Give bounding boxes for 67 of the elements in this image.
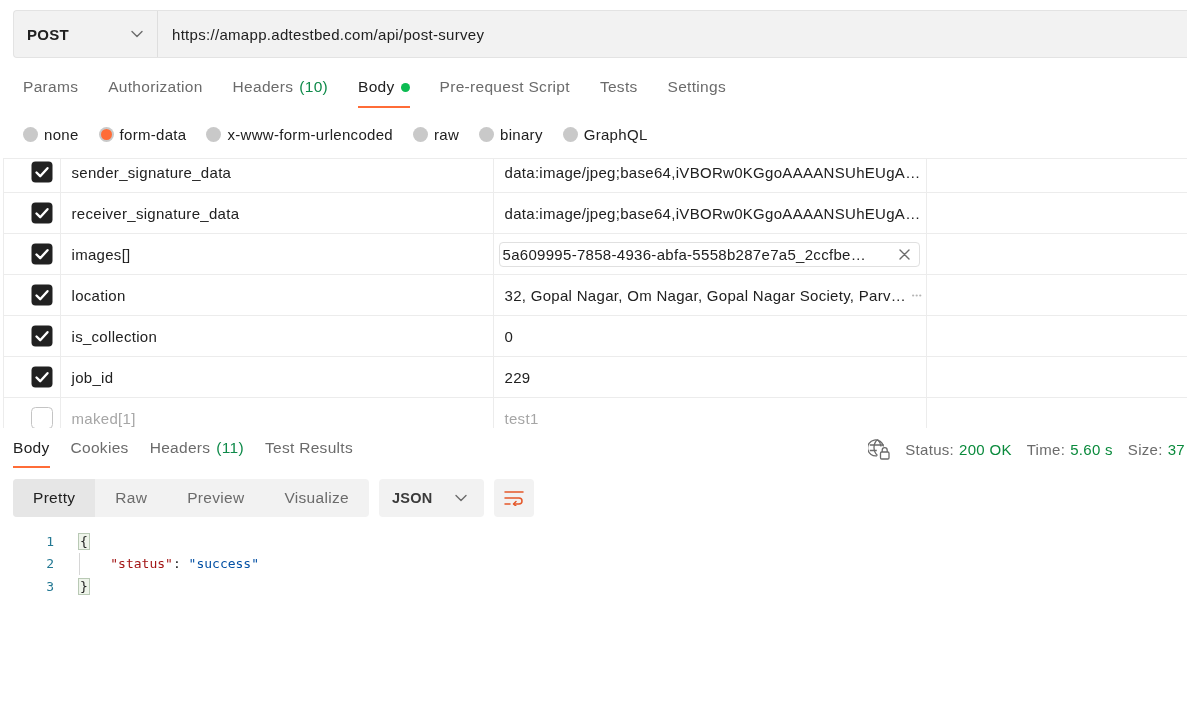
field-key[interactable]: images[] <box>71 245 131 263</box>
tab[interactable]: Body <box>13 430 50 468</box>
tab[interactable]: Authorization <box>108 68 203 108</box>
wrap-button[interactable] <box>493 479 534 517</box>
field-key[interactable]: location <box>71 286 126 304</box>
field-value[interactable]: 0 <box>504 327 514 345</box>
file-chip[interactable]: 5a609995-7858-4936-abfa-5558b287e7a5_2ccfbe… <box>498 241 920 267</box>
globe-lock-icon[interactable] <box>868 438 891 460</box>
radio-label[interactable]: form-data <box>119 125 187 143</box>
code-line: "status": "success" <box>79 552 260 575</box>
meta-label: Time: <box>1026 440 1066 458</box>
field-key[interactable]: is_collection <box>71 327 158 345</box>
view-mode-tab[interactable]: Raw <box>95 479 168 517</box>
more-icon[interactable] <box>912 293 922 297</box>
radio-button[interactable] <box>98 126 114 142</box>
radio-label[interactable]: x-www-form-urlencoded <box>227 125 393 143</box>
field-value[interactable]: 32, Gopal Nagar, Om Nagar, Gopal Nagar Society, Parv… <box>504 286 907 304</box>
radio-label[interactable]: binary <box>500 125 543 143</box>
meta-value: 37 <box>1167 440 1185 458</box>
line-number: 2 <box>45 556 54 572</box>
tab[interactable]: Settings <box>667 68 726 108</box>
tab[interactable]: Cookies <box>70 430 129 468</box>
view-mode-tab[interactable]: Pretty <box>13 479 96 517</box>
field-value[interactable]: data:image/jpeg;base64,iVBORw0KGgoAAAANSUhEUgA… <box>504 163 921 181</box>
tab[interactable]: Headers (11) <box>149 430 244 468</box>
tab[interactable]: Params <box>23 68 79 108</box>
radio-button[interactable] <box>479 126 495 142</box>
format-dropdown[interactable]: JSON <box>378 479 484 517</box>
meta-label: Size: <box>1127 440 1163 458</box>
radio-button[interactable] <box>23 126 38 142</box>
radio-button[interactable] <box>413 126 428 142</box>
radio-label[interactable]: raw <box>434 125 460 143</box>
field-value[interactable]: 229 <box>504 368 531 386</box>
method-dropdown[interactable]: POST <box>14 11 158 57</box>
field-key[interactable]: job_id <box>71 368 114 386</box>
field-key[interactable]: sender_signature_data <box>71 163 232 181</box>
tab[interactable]: Pre-request Script <box>439 68 570 108</box>
checkbox[interactable] <box>31 161 53 183</box>
meta-label: Status: <box>905 440 955 458</box>
checkbox[interactable] <box>31 284 53 306</box>
meta-value: 5.60 s <box>1070 440 1113 458</box>
chevron-down-icon <box>454 494 467 502</box>
meta-value: 200 OK <box>959 440 1012 458</box>
wrap-lines-icon <box>503 490 524 506</box>
field-key[interactable]: receiver_signature_data <box>71 204 240 222</box>
checkbox[interactable] <box>31 407 53 428</box>
radio-button[interactable] <box>562 126 578 142</box>
line-number: 3 <box>45 578 54 594</box>
view-mode-tab[interactable]: Visualize <box>264 479 369 517</box>
view-mode-tab[interactable]: Preview <box>167 479 265 517</box>
radio-label[interactable]: GraphQL <box>583 125 648 143</box>
line-number: 1 <box>45 533 54 549</box>
checkbox[interactable] <box>31 325 53 347</box>
tab[interactable]: Headers (10) <box>232 68 329 108</box>
tab[interactable]: Body <box>358 68 410 108</box>
tab[interactable]: Test Results <box>264 430 353 468</box>
tab[interactable]: Tests <box>599 68 638 108</box>
url-field[interactable]: https://amapp.adtestbed.com/api/post-survey <box>158 11 1187 57</box>
field-value[interactable]: data:image/jpeg;base64,iVBORw0KGgoAAAANSUhEUgA… <box>504 204 921 222</box>
checkbox[interactable] <box>31 202 53 224</box>
checkbox[interactable] <box>31 366 53 388</box>
radio-label[interactable]: none <box>44 125 79 143</box>
radio-button[interactable] <box>206 126 222 142</box>
file-name: 5a609995-7858-4936-abfa-5558b287e7a5_2ccfbe… <box>502 245 866 263</box>
checkbox[interactable] <box>31 243 53 265</box>
close-icon[interactable] <box>898 248 910 260</box>
chevron-down-icon <box>131 30 143 38</box>
